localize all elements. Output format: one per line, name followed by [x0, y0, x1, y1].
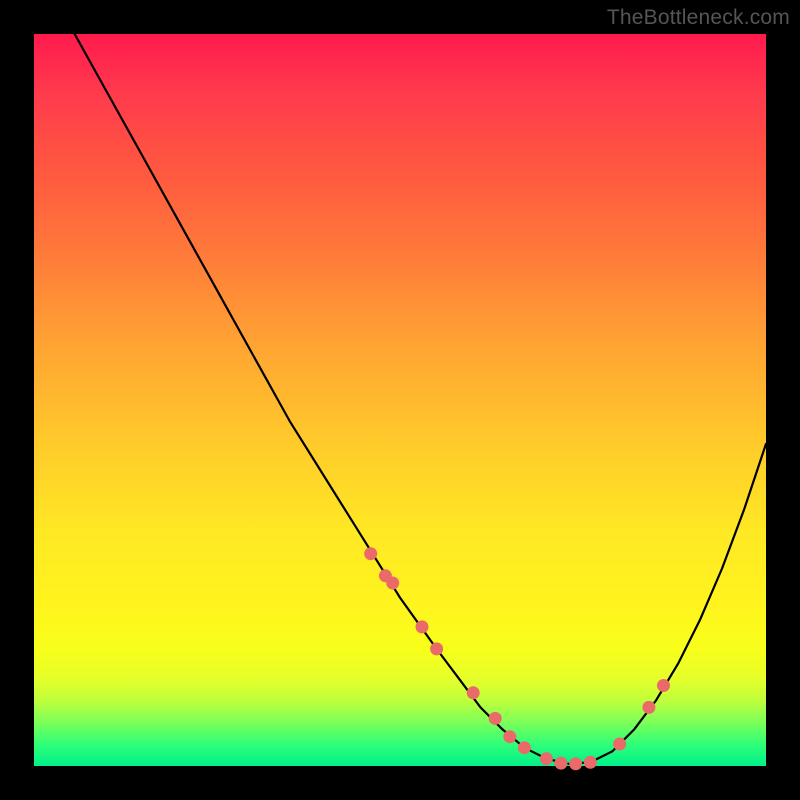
curve-marker — [489, 712, 502, 725]
curve-marker — [503, 730, 516, 743]
curve-marker — [467, 686, 480, 699]
curve-marker — [364, 547, 377, 560]
bottleneck-curve — [34, 34, 766, 766]
curve-path — [34, 0, 766, 764]
watermark-text: TheBottleneck.com — [607, 6, 790, 30]
curve-marker — [540, 752, 553, 765]
curve-marker — [613, 738, 626, 751]
curve-marker — [657, 679, 670, 692]
curve-marker — [584, 756, 597, 769]
curve-marker — [555, 757, 568, 770]
curve-marker — [430, 642, 443, 655]
curve-marker — [569, 757, 582, 770]
plot-area — [34, 34, 766, 766]
curve-marker — [518, 741, 531, 754]
curve-marker — [642, 701, 655, 714]
curve-marker — [416, 620, 429, 633]
chart-frame: TheBottleneck.com — [0, 0, 800, 800]
curve-marker — [386, 577, 399, 590]
